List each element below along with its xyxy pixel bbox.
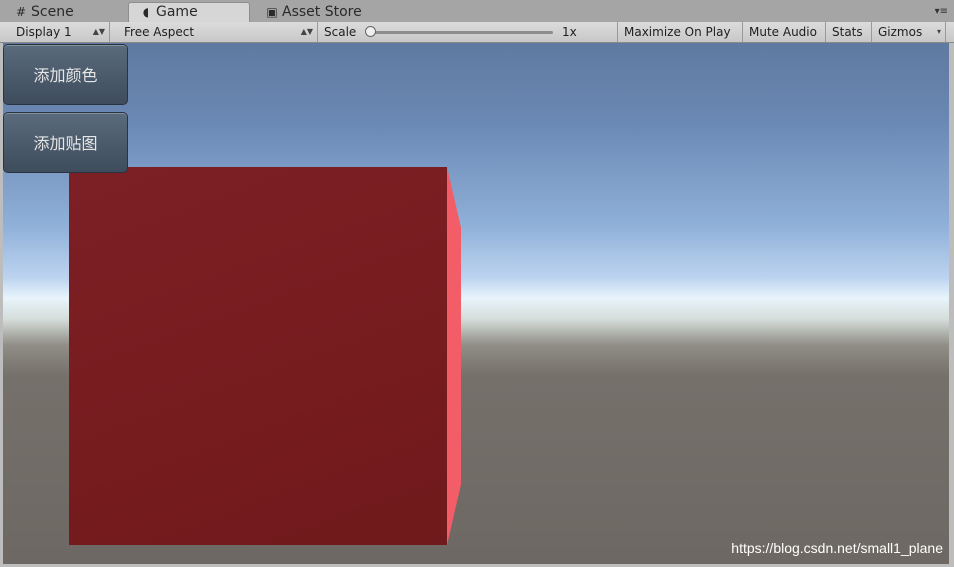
- tab-scene[interactable]: # Scene: [14, 3, 74, 22]
- display-dropdown[interactable]: Display 1 ▲▼: [10, 22, 110, 42]
- game-toolbar: Display 1 ▲▼ Free Aspect ▲▼ Scale 1x Max…: [0, 22, 954, 43]
- add-texture-button[interactable]: 添加贴图: [3, 112, 128, 173]
- aspect-dropdown[interactable]: Free Aspect ▲▼: [118, 22, 318, 42]
- tab-menu-icon[interactable]: ▾≡: [935, 6, 948, 17]
- scale-slider-knob[interactable]: [365, 26, 376, 37]
- window-tab-bar: # Scene ◖ Game ▣ Asset Store ▾≡: [0, 0, 954, 23]
- scale-value: 1x: [562, 25, 577, 39]
- stats-toggle[interactable]: Stats: [826, 22, 872, 42]
- display-value: Display 1: [16, 25, 72, 39]
- updown-arrows-icon: ▲▼: [92, 27, 105, 36]
- scale-slider-track[interactable]: [370, 31, 553, 34]
- scale-label: Scale: [324, 25, 357, 39]
- watermark-text: https://blog.csdn.net/small1_plane: [731, 540, 943, 556]
- tab-asset-store[interactable]: ▣ Asset Store: [265, 3, 362, 22]
- game-viewport[interactable]: 添加颜色 添加贴图 https://blog.csdn.net/small1_p…: [3, 43, 949, 564]
- maximize-on-play-toggle[interactable]: Maximize On Play: [618, 22, 743, 42]
- maximize-on-play-label: Maximize On Play: [624, 25, 731, 39]
- red-cube-front-face: [69, 167, 447, 545]
- add-color-button[interactable]: 添加颜色: [3, 44, 128, 105]
- tab-game-label: Game: [156, 4, 198, 20]
- updown-arrows-icon: ▲▼: [300, 27, 313, 36]
- gizmos-dropdown[interactable]: Gizmos ▾: [872, 22, 946, 42]
- pacman-icon: ◖: [142, 5, 150, 19]
- bag-icon: ▣: [266, 5, 278, 19]
- tab-scene-label: Scene: [31, 4, 74, 20]
- gizmos-label: Gizmos: [878, 25, 923, 39]
- mute-audio-label: Mute Audio: [749, 25, 817, 39]
- grid-icon: #: [15, 5, 27, 19]
- dropdown-arrow-icon: ▾: [936, 27, 941, 36]
- aspect-value: Free Aspect: [124, 25, 195, 39]
- red-cube-side-face: [447, 167, 461, 545]
- mute-audio-toggle[interactable]: Mute Audio: [743, 22, 826, 42]
- stats-label: Stats: [832, 25, 863, 39]
- tab-asset-store-label: Asset Store: [282, 4, 362, 20]
- scale-control: Scale 1x: [318, 22, 618, 42]
- tab-game[interactable]: ◖ Game: [128, 2, 250, 23]
